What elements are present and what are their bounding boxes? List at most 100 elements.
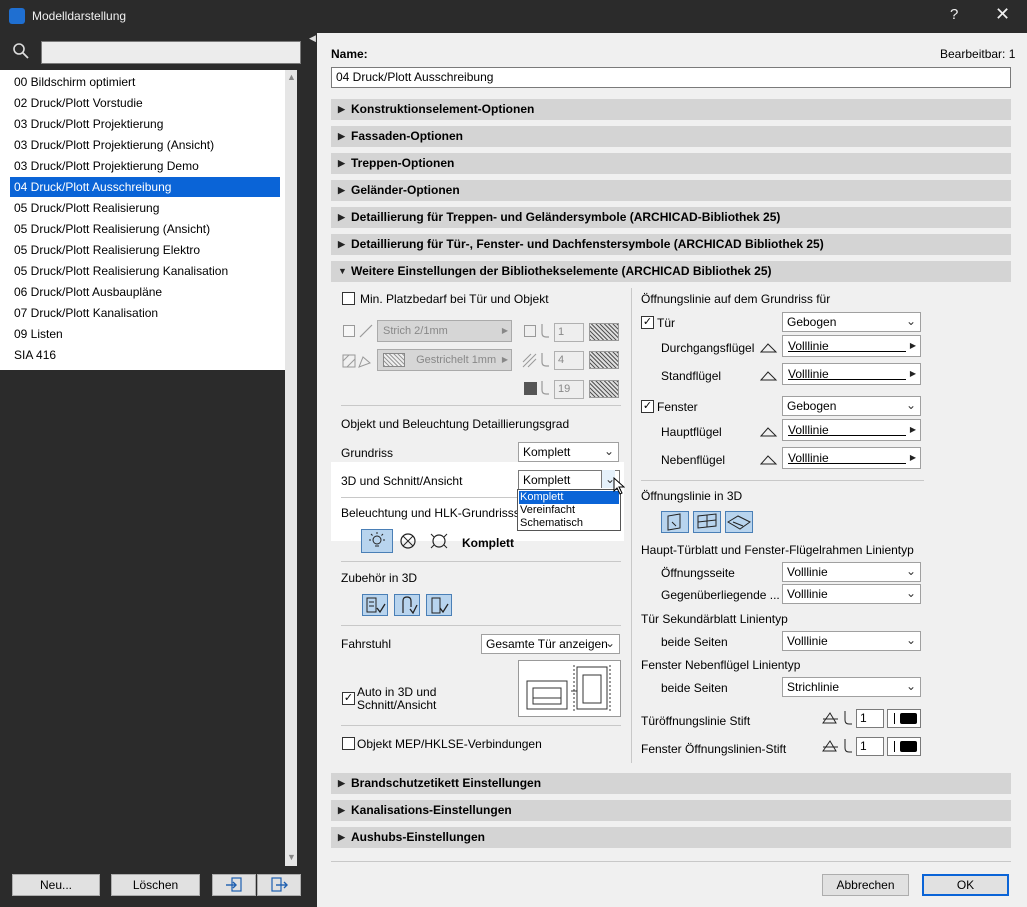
tuerstift-color[interactable] — [887, 709, 921, 728]
list-item[interactable]: 05 Druck/Plott Realisierung (Ansicht) — [14, 219, 284, 239]
list-item[interactable]: 03 Druck/Plott Projektierung Demo — [14, 156, 284, 176]
separator — [341, 725, 621, 726]
list-item[interactable]: 05 Druck/Plott Realisierung Elektro — [14, 240, 284, 260]
beleuchtung-value: Komplett — [462, 536, 514, 550]
haupttuer-heading: Haupt-Türblatt und Fenster-Flügelrahmen … — [641, 543, 914, 557]
3d-window-button[interactable] — [693, 511, 721, 533]
auto-3d-checkbox[interactable]: ✓ — [342, 692, 355, 705]
scroll-down-icon[interactable]: ▼ — [287, 852, 296, 862]
list-item[interactable]: 03 Druck/Plott Projektierung (Ansicht) — [14, 135, 284, 155]
light-simple-icon[interactable] — [399, 531, 417, 551]
gegen-select[interactable]: Volllinie ⌄ — [782, 584, 921, 604]
3d-door-button[interactable] — [661, 511, 689, 533]
separator — [341, 625, 621, 626]
list-item[interactable]: 09 Listen — [14, 324, 284, 344]
archicad-app-icon — [9, 8, 25, 24]
pen-number-1: 1 — [554, 323, 584, 342]
section-weitere-einstellungen[interactable]: ▼ Weitere Einstellungen der Bibliotheksel… — [331, 261, 1011, 282]
durchgang-linetype[interactable]: Volllinie ▶ — [782, 335, 921, 357]
accessory-hardware-button[interactable] — [426, 594, 452, 616]
zubehoer-label: Zubehör in 3D — [341, 571, 418, 585]
gegen-label: Gegenüberliegende ... — [661, 588, 780, 602]
haupt-linetype[interactable]: Volllinie ▶ — [782, 419, 921, 441]
accessory-hand-button[interactable] — [394, 594, 420, 616]
dropdown-option[interactable]: Komplett — [519, 491, 619, 504]
mep-checkbox[interactable] — [342, 737, 355, 750]
cancel-button[interactable]: Abbrechen — [822, 874, 909, 896]
3d-skylight-icon — [727, 515, 751, 530]
light-bulb-icon — [369, 532, 385, 547]
fensterstift-color[interactable] — [887, 737, 921, 756]
hatch-fill-icon — [342, 354, 371, 368]
stand-linetype[interactable]: Volllinie ▶ — [782, 363, 921, 385]
chevron-down-icon: ⌄ — [604, 636, 615, 650]
scroll-up-icon[interactable]: ▲ — [287, 72, 296, 82]
schnitt-select[interactable]: Komplett ⌄ — [518, 470, 620, 490]
hatch-pen-icon — [522, 353, 537, 368]
section-detail-tuer[interactable]: ▶ Detaillierung für Tür-, Fenster- und Da… — [331, 234, 1011, 255]
schnitt-label: 3D und Schnitt/Ansicht — [341, 474, 463, 488]
section-konstruktion[interactable]: ▶ Konstruktionselement-Optionen — [331, 99, 1011, 120]
import-button[interactable] — [212, 874, 256, 896]
dropdown-option[interactable]: Schematisch — [519, 517, 619, 530]
door-hardware-icon — [431, 597, 449, 614]
title-bar: Modelldarstellung ? ✕ — [0, 0, 1027, 32]
list-item-selected[interactable]: 04 Druck/Plott Ausschreibung — [10, 177, 280, 197]
elevator-preview — [518, 660, 621, 717]
fensterstift-input[interactable]: 1 — [856, 737, 884, 756]
pen-icon — [541, 324, 549, 338]
collapse-panel-icon[interactable]: ◀ — [309, 33, 316, 44]
new-set-button[interactable]: Neu... — [12, 874, 100, 896]
section-aushub[interactable]: ▶ Aushubs-Einstellungen — [331, 827, 1011, 848]
stand-label: Standflügel — [661, 369, 722, 383]
delete-set-button[interactable]: Löschen — [111, 874, 200, 896]
search-input[interactable] — [41, 41, 301, 64]
list-item[interactable]: 07 Druck/Plott Kanalisation — [14, 303, 284, 323]
help-button[interactable]: ? — [950, 6, 958, 23]
list-item[interactable]: SIA 416 — [14, 345, 284, 365]
sekundaer-select[interactable]: Volllinie ⌄ — [782, 631, 921, 651]
light-schematic-icon[interactable] — [428, 531, 450, 551]
tuer-label: Tür — [657, 316, 675, 330]
section-detail-treppen[interactable]: ▶ Detaillierung für Treppen- und Geländer… — [331, 207, 1011, 228]
tuerstift-input[interactable]: 1 — [856, 709, 884, 728]
ok-button[interactable]: OK — [922, 874, 1009, 896]
3d-skylight-button[interactable] — [725, 511, 753, 533]
chevron-down-icon: ⌄ — [905, 314, 916, 328]
dropdown-option[interactable]: Vereinfacht — [519, 504, 619, 517]
list-item[interactable]: 02 Druck/Plott Vorstudie — [14, 93, 284, 113]
light-full-button[interactable] — [361, 529, 393, 553]
min-space-checkbox[interactable] — [342, 292, 355, 305]
section-gelaender[interactable]: ▶ Geländer-Optionen — [331, 180, 1011, 201]
fahrstuhl-select[interactable]: Gesamte Tür anzeigen ⌄ — [481, 634, 620, 654]
tuer-checkbox[interactable]: ✓ — [641, 316, 654, 329]
min-space-label: Min. Platzbedarf bei Tür und Objekt — [360, 292, 549, 306]
pen-number-3: 19 — [554, 380, 584, 399]
collapsed-triangle-icon: ▶ — [338, 239, 345, 249]
list-item[interactable]: 03 Druck/Plott Projektierung — [14, 114, 284, 134]
nebenfl-select[interactable]: Strichlinie ⌄ — [782, 677, 921, 697]
haupt-label: Hauptflügel — [661, 425, 722, 439]
arrow-right-icon: ▶ — [909, 369, 916, 378]
tuer-select[interactable]: Gebogen ⌄ — [782, 312, 921, 332]
close-button[interactable]: ✕ — [995, 4, 1010, 25]
list-item[interactable]: 06 Druck/Plott Ausbaupläne — [14, 282, 284, 302]
section-fassade[interactable]: ▶ Fassaden-Optionen — [331, 126, 1011, 147]
section-brandschutz[interactable]: ▶ Brandschutzetikett Einstellungen — [331, 773, 1011, 794]
section-treppen[interactable]: ▶ Treppen-Optionen — [331, 153, 1011, 174]
settings-panel: Name: Bearbeitbar: 1 04 Druck/Plott Auss… — [317, 33, 1027, 907]
oeffnungsseite-select[interactable]: Volllinie ⌄ — [782, 562, 921, 582]
fenster-select[interactable]: Gebogen ⌄ — [782, 396, 921, 416]
pattern-swatch — [589, 380, 619, 398]
name-input[interactable]: 04 Druck/Plott Ausschreibung — [331, 67, 1011, 88]
list-item[interactable]: 05 Druck/Plott Realisierung — [14, 198, 284, 218]
neben-linetype[interactable]: Volllinie ▶ — [782, 447, 921, 469]
fenster-checkbox[interactable]: ✓ — [641, 400, 654, 413]
grundriss-select[interactable]: Komplett ⌄ — [518, 442, 619, 462]
export-button[interactable] — [257, 874, 301, 896]
list-scrollbar[interactable]: ▲ ▼ — [285, 70, 297, 866]
section-kanalisation[interactable]: ▶ Kanalisations-Einstellungen — [331, 800, 1011, 821]
list-item[interactable]: 05 Druck/Plott Realisierung Kanalisation — [14, 261, 284, 281]
list-item[interactable]: 00 Bildschirm optimiert — [14, 72, 284, 92]
accessory-checklist-button[interactable] — [362, 594, 388, 616]
